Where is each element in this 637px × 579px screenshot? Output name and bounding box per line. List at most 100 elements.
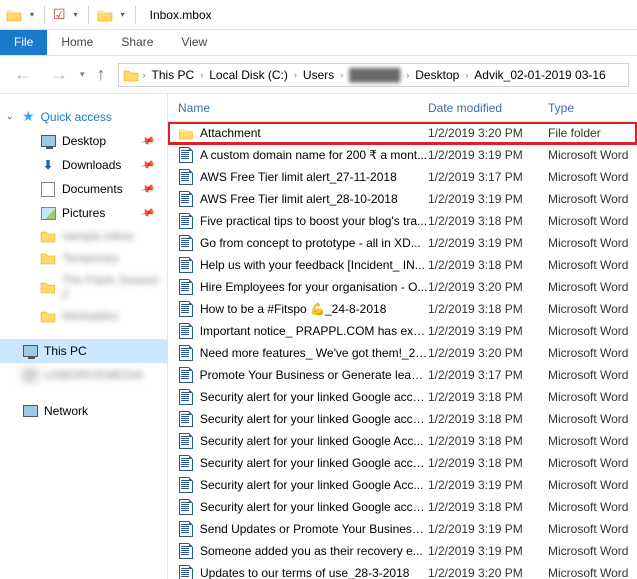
file-row[interactable]: Updates to our terms of use_28-3-20181/2… — [168, 562, 637, 579]
file-row[interactable]: Security alert for your linked Google Ac… — [168, 474, 637, 496]
file-row[interactable]: Security alert for your linked Google Ac… — [168, 430, 637, 452]
file-row[interactable]: Security alert for your linked Google ac… — [168, 408, 637, 430]
file-row[interactable]: Someone added you as their recovery e...… — [168, 540, 637, 562]
file-row[interactable]: Go from concept to prototype - all in XD… — [168, 232, 637, 254]
history-caret-icon[interactable]: ▾ — [80, 69, 85, 80]
chevron-right-icon[interactable]: › — [198, 70, 205, 80]
desktop-icon — [40, 133, 56, 149]
file-name: Promote Your Business or Generate leads.… — [200, 368, 428, 382]
header-name[interactable]: Name — [168, 101, 428, 115]
chevron-right-icon[interactable]: › — [292, 70, 299, 80]
tree-desktop[interactable]: Desktop 📌 — [0, 129, 167, 153]
file-row[interactable]: Attachment1/2/2019 3:20 PMFile folder — [168, 122, 637, 144]
quick-access-toolbar: ▾ ☑ ▾ ▾ — [0, 6, 144, 24]
back-arrow-icon[interactable]: ← — [8, 64, 38, 85]
header-date[interactable]: Date modified — [428, 101, 548, 115]
tree-network[interactable]: Network — [0, 399, 167, 423]
word-doc-icon — [178, 235, 194, 251]
tab-share[interactable]: Share — [107, 30, 167, 55]
chevron-right-icon[interactable]: › — [404, 70, 411, 80]
file-date: 1/2/2019 3:17 PM — [428, 170, 548, 184]
pin-icon: 📌 — [139, 133, 155, 149]
file-row[interactable]: Help us with your feedback [Incident_ IN… — [168, 254, 637, 276]
file-type: Microsoft Word — [548, 236, 637, 250]
file-name: Security alert for your linked Google ac… — [200, 412, 428, 426]
qat-caret-icon[interactable]: ▾ — [28, 10, 36, 19]
word-doc-icon — [178, 147, 194, 163]
pictures-icon — [40, 205, 56, 221]
up-arrow-icon[interactable]: ↑ — [91, 64, 112, 85]
header-type[interactable]: Type — [548, 101, 637, 115]
file-row[interactable]: Promote Your Business or Generate leads.… — [168, 364, 637, 386]
file-name: Security alert for your linked Google ac… — [200, 500, 428, 514]
file-row[interactable]: A custom domain name for 200 ₹ a mont...… — [168, 144, 637, 166]
folder-icon — [178, 125, 194, 141]
word-doc-icon — [178, 411, 194, 427]
pin-icon: 📌 — [139, 205, 155, 221]
crumb-current[interactable]: Advik_02-01-2019 03-16 — [470, 68, 609, 82]
tree-downloads[interactable]: ⬇ Downloads 📌 — [0, 153, 167, 177]
folder-icon — [97, 8, 113, 22]
chevron-right-icon[interactable]: › — [338, 70, 345, 80]
file-type: Microsoft Word — [548, 412, 637, 426]
tree-documents[interactable]: Documents 📌 — [0, 177, 167, 201]
tree-blurred-item[interactable]: sample.mbox — [0, 225, 167, 247]
file-row[interactable]: Hire Employees for your organisation - O… — [168, 276, 637, 298]
word-doc-icon — [178, 257, 194, 273]
file-row[interactable]: Important notice_ PRAPPL.COM has expi...… — [168, 320, 637, 342]
tab-home[interactable]: Home — [47, 30, 107, 55]
file-row[interactable]: Five practical tips to boost your blog's… — [168, 210, 637, 232]
forward-arrow-icon[interactable]: → — [44, 64, 74, 85]
chevron-right-icon[interactable]: › — [463, 70, 470, 80]
chevron-right-icon[interactable]: › — [141, 70, 148, 80]
crumb-local-disk[interactable]: Local Disk (C:) — [205, 68, 292, 82]
tree-blurred-item[interactable]: Workables — [0, 305, 167, 327]
word-doc-icon — [178, 433, 194, 449]
word-doc-icon — [178, 323, 194, 339]
file-row[interactable]: Send Updates or Promote Your Business ..… — [168, 518, 637, 540]
file-type: Microsoft Word — [548, 258, 637, 272]
file-date: 1/2/2019 3:18 PM — [428, 214, 548, 228]
tab-file[interactable]: File — [0, 30, 47, 55]
file-type: Microsoft Word — [548, 390, 637, 404]
file-name: AWS Free Tier limit alert_28-10-2018 — [200, 192, 398, 206]
tree-pictures[interactable]: Pictures 📌 — [0, 201, 167, 225]
file-row[interactable]: AWS Free Tier limit alert_27-11-20181/2/… — [168, 166, 637, 188]
tree-label: The Flash Season 2 — [62, 273, 167, 301]
crumb-desktop[interactable]: Desktop — [411, 68, 463, 82]
folder-icon — [40, 229, 56, 243]
word-doc-icon — [178, 345, 194, 361]
tree-blurred-item[interactable]: Temporary — [0, 247, 167, 269]
tree-quick-access[interactable]: ⌄ ★ Quick access — [0, 104, 167, 129]
qat-caret-icon[interactable]: ▾ — [72, 10, 80, 19]
crumb-users[interactable]: Users — [299, 68, 338, 82]
crumb-this-pc[interactable]: This PC — [148, 68, 199, 82]
divider — [88, 6, 89, 24]
tree-blurred-item[interactable]: The Flash Season 2 — [0, 269, 167, 305]
divider — [135, 6, 136, 24]
file-type: Microsoft Word — [548, 214, 637, 228]
expand-caret-icon[interactable]: ⌄ — [6, 111, 14, 122]
file-name: Attachment — [200, 126, 261, 140]
tab-view[interactable]: View — [167, 30, 221, 55]
network-icon — [22, 403, 38, 419]
tree-blurred-item[interactable]: USBDRIVEMEDIA — [0, 363, 167, 387]
tree-this-pc[interactable]: This PC — [0, 339, 167, 363]
file-name: Go from concept to prototype - all in XD… — [200, 236, 421, 250]
file-name: A custom domain name for 200 ₹ a mont... — [200, 148, 427, 162]
file-row[interactable]: Security alert for your linked Google ac… — [168, 386, 637, 408]
address-bar[interactable]: › This PC › Local Disk (C:) › Users › ██… — [118, 63, 629, 87]
file-row[interactable]: AWS Free Tier limit alert_28-10-20181/2/… — [168, 188, 637, 210]
file-row[interactable]: Need more features_ We've got them!_28..… — [168, 342, 637, 364]
file-type: Microsoft Word — [548, 566, 637, 579]
crumb-user-blurred[interactable]: ██████ — [345, 68, 404, 82]
tree-label: USBDRIVEMEDIA — [44, 368, 143, 382]
file-row[interactable]: Security alert for your linked Google ac… — [168, 452, 637, 474]
file-name: Someone added you as their recovery e... — [200, 544, 423, 558]
file-type: Microsoft Word — [548, 280, 637, 294]
check-icon[interactable]: ☑ — [53, 6, 66, 23]
qat-caret-icon[interactable]: ▾ — [119, 10, 127, 19]
file-row[interactable]: Security alert for your linked Google ac… — [168, 496, 637, 518]
file-name: Security alert for your linked Google Ac… — [200, 434, 423, 448]
file-row[interactable]: How to be a #Fitspo 💪_24-8-20181/2/2019 … — [168, 298, 637, 320]
